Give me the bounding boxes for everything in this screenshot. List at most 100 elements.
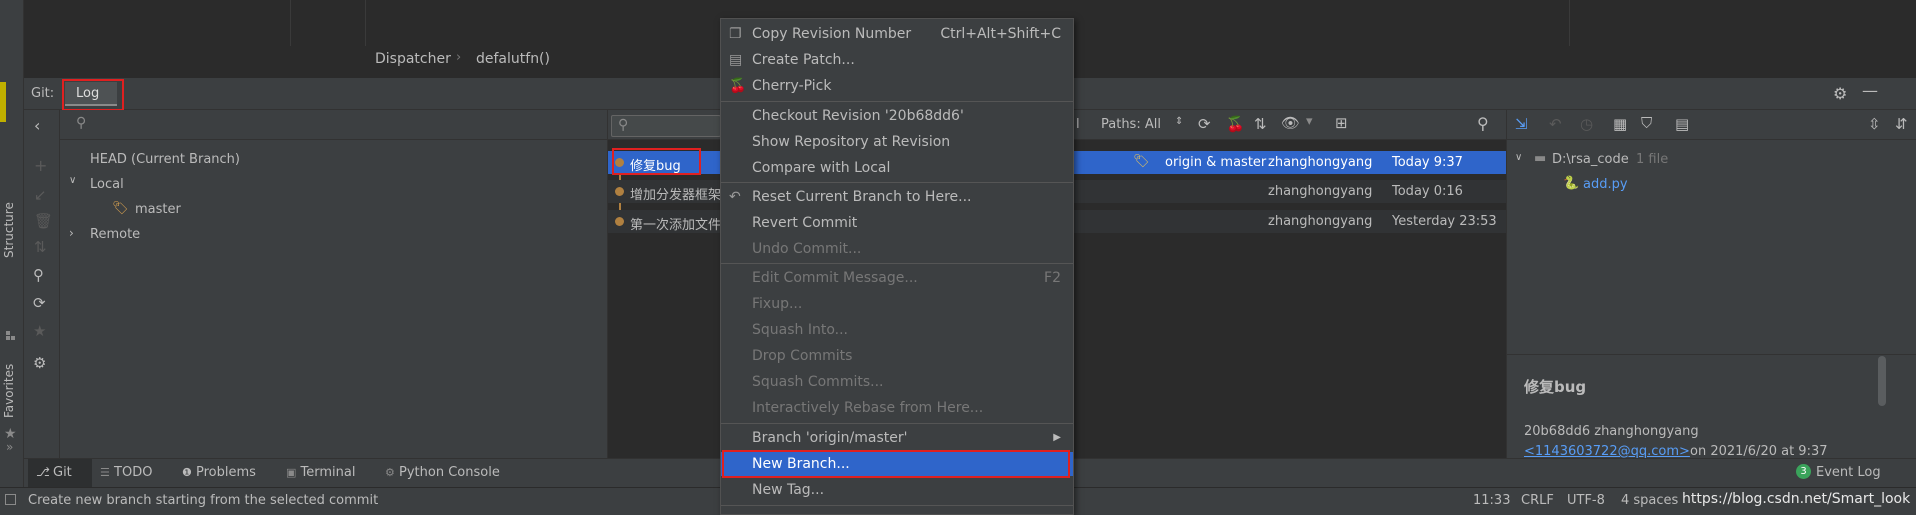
indent-setting[interactable]: 4 spaces xyxy=(1621,493,1678,508)
group-icon[interactable]: ▦ xyxy=(1613,115,1627,133)
chevron-updown-icon: ⇕ xyxy=(1175,116,1184,127)
menu-item-new-tag[interactable]: New Tag... xyxy=(721,478,1073,502)
gear-icon[interactable]: ⚙ xyxy=(1833,84,1847,103)
tab-todo[interactable]: ☰ TODO xyxy=(100,465,152,480)
annotation-box-new-branch xyxy=(722,450,1070,478)
commit-detail-email[interactable]: <1143603722@qq.com> xyxy=(1524,444,1690,459)
add-icon[interactable]: + xyxy=(34,156,47,175)
expand-all-icon[interactable]: ⇳ xyxy=(1868,115,1881,133)
file-encoding[interactable]: UTF-8 xyxy=(1567,493,1605,508)
commit-detail-hash: 20b68dd6 zhanghongyang xyxy=(1524,424,1699,439)
watermark: https://blog.csdn.net/Smart_look xyxy=(1682,491,1911,507)
menu-item-interactive-rebase[interactable]: Interactively Rebase from Here... xyxy=(721,396,1073,420)
favorite-star-icon[interactable]: ★ xyxy=(33,322,46,340)
menu-item-cherry-pick[interactable]: 🍒 Cherry-Pick xyxy=(721,74,1073,98)
branch-head[interactable]: HEAD (Current Branch) xyxy=(90,152,240,167)
commit-author: zhanghongyang xyxy=(1268,155,1373,170)
tab-problems[interactable]: ❶ Problems xyxy=(182,465,256,480)
menu-item-shortcut: Ctrl+Alt+Shift+C xyxy=(940,26,1061,42)
breadcrumb-function[interactable]: defalutfn() xyxy=(476,51,550,67)
commit-detail-date: on 2021/6/20 at 9:37 xyxy=(1690,444,1828,459)
collapse-icon[interactable]: ‹ xyxy=(34,116,40,135)
menu-item-branch-origin-master[interactable]: Branch 'origin/master' ▶ xyxy=(721,426,1073,450)
list-icon: ☰ xyxy=(100,466,110,479)
menu-item-reset-branch[interactable]: ↶ Reset Current Branch to Here... xyxy=(721,185,1073,209)
menu-item-fixup[interactable]: Fixup... xyxy=(721,292,1073,316)
settings-icon[interactable]: ⚙ xyxy=(33,354,46,372)
structure-side-tab[interactable]: Structure xyxy=(2,202,16,258)
chevron-down-icon[interactable]: ∨ xyxy=(69,175,76,186)
branch-master[interactable]: master xyxy=(135,202,181,217)
changes-root-count: 1 file xyxy=(1636,152,1669,167)
menu-item-compare-with-local[interactable]: Compare with Local xyxy=(721,156,1073,180)
tab-terminal[interactable]: ▣ Terminal xyxy=(286,465,356,480)
commit-date: Today 0:16 xyxy=(1392,184,1463,199)
branch-local[interactable]: Local xyxy=(90,177,124,192)
minimize-icon[interactable]: — xyxy=(1862,81,1878,100)
layout-icon[interactable]: ▤ xyxy=(1675,115,1689,133)
chevron-right-icon[interactable]: › xyxy=(69,226,74,240)
left-tool-strip: Structure Favorites ★ » xyxy=(0,0,24,515)
menu-item-revert-commit[interactable]: Revert Commit xyxy=(721,211,1073,235)
delete-icon[interactable]: 🗑 xyxy=(34,212,53,230)
paths-filter[interactable]: Paths: All xyxy=(1101,117,1161,132)
menu-item-label: Compare with Local xyxy=(752,160,891,176)
menu-item-checkout-revision[interactable]: Checkout Revision '20b68dd6' xyxy=(721,104,1073,128)
history-icon[interactable]: ◷ xyxy=(1580,115,1593,133)
cherry-pick-icon[interactable]: 🍒 xyxy=(1226,115,1245,133)
new-tab-icon[interactable]: ⊞ xyxy=(1335,114,1348,132)
tab-todo-label: TODO xyxy=(114,465,153,480)
eye-icon[interactable]: 👁 xyxy=(1281,114,1300,132)
chevron-down-icon[interactable]: ∨ xyxy=(1515,152,1522,163)
commit-date: Yesterday 23:53 xyxy=(1392,214,1497,229)
window-icon[interactable] xyxy=(5,494,16,505)
menu-item-edit-commit-message[interactable]: Edit Commit Message... F2 xyxy=(721,266,1073,290)
tab-git[interactable]: ⎇ Git xyxy=(28,459,92,487)
collapse-all-icon[interactable]: ⇵ xyxy=(1895,115,1908,133)
scrollbar[interactable] xyxy=(1878,356,1886,406)
filter-icon[interactable]: ⛉ xyxy=(1641,114,1652,132)
menu-item-label: Show Repository at Revision xyxy=(752,134,951,150)
diff-icon[interactable]: ⇲ xyxy=(1515,115,1528,133)
commit-date: Today 9:37 xyxy=(1392,155,1463,170)
changes-root[interactable]: D:\rsa_code xyxy=(1552,152,1629,167)
copy-icon: ❐ xyxy=(729,26,742,42)
menu-item-create-patch[interactable]: ▤ Create Patch... xyxy=(721,48,1073,72)
menu-item-label: Interactively Rebase from Here... xyxy=(752,400,984,416)
event-log-tab[interactable]: Event Log xyxy=(1816,465,1881,480)
structure-icon xyxy=(6,330,16,340)
menu-item-label: Create Patch... xyxy=(752,52,855,68)
more-icon[interactable]: » xyxy=(6,440,13,454)
search-icon[interactable]: ⚲ xyxy=(33,266,44,284)
update-icon[interactable]: ↙ xyxy=(34,186,47,204)
refresh-icon[interactable]: ⟳ xyxy=(1198,115,1211,133)
info-icon: ❶ xyxy=(182,466,192,479)
line-separator[interactable]: CRLF xyxy=(1521,493,1554,508)
favorites-side-tab[interactable]: Favorites xyxy=(2,364,16,418)
menu-item-show-repository[interactable]: Show Repository at Revision xyxy=(721,130,1073,154)
sort-icon[interactable]: ⇅ xyxy=(1254,115,1267,133)
breadcrumb-class[interactable]: Dispatcher xyxy=(375,51,451,67)
menu-item-squash-into[interactable]: Squash Into... xyxy=(721,318,1073,342)
cursor-position[interactable]: 11:33 xyxy=(1473,493,1510,508)
refresh-icon[interactable]: ⟳ xyxy=(33,294,46,312)
changed-file[interactable]: add.py xyxy=(1583,177,1628,192)
context-menu: ❐ Copy Revision Number Ctrl+Alt+Shift+C ▤ C… xyxy=(720,18,1074,515)
menu-item-squash-commits[interactable]: Squash Commits... xyxy=(721,370,1073,394)
log-search-input[interactable]: ⚲ xyxy=(611,115,721,137)
filter-partial[interactable]: l xyxy=(1076,117,1080,132)
branch-remote[interactable]: Remote xyxy=(90,227,140,242)
menu-item-drop-commits[interactable]: Drop Commits xyxy=(721,344,1073,368)
compare-icon[interactable]: ⇅ xyxy=(34,238,47,256)
branches-search[interactable]: ⚲ xyxy=(60,110,608,140)
search-icon[interactable]: ⚲ xyxy=(1477,114,1489,133)
menu-item-label: Squash Into... xyxy=(752,322,849,338)
revert-icon[interactable]: ↶ xyxy=(1549,115,1562,133)
menu-item-undo-commit[interactable]: Undo Commit... xyxy=(721,237,1073,261)
changes-toolbar: ⇲ ↶ ◷ ▦ ⛉ ▤ ⇳ ⇵ xyxy=(1507,110,1916,140)
tab-python-console[interactable]: ⚙ Python Console xyxy=(385,465,500,480)
menu-item-label: Undo Commit... xyxy=(752,241,862,257)
menu-item-copy-revision-number[interactable]: ❐ Copy Revision Number Ctrl+Alt+Shift+C xyxy=(721,22,1073,46)
terminal-icon: ▣ xyxy=(286,466,297,479)
commit-detail-title: 修复bug xyxy=(1524,378,1587,396)
